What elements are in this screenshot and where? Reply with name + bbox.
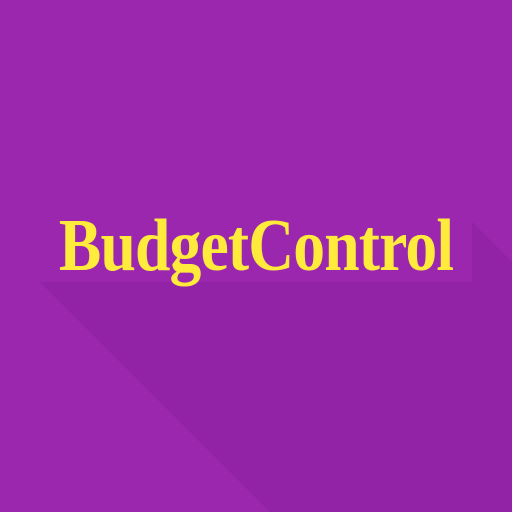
app-name: BudgetControl	[58, 205, 454, 287]
app-icon: BudgetControl	[0, 0, 512, 512]
